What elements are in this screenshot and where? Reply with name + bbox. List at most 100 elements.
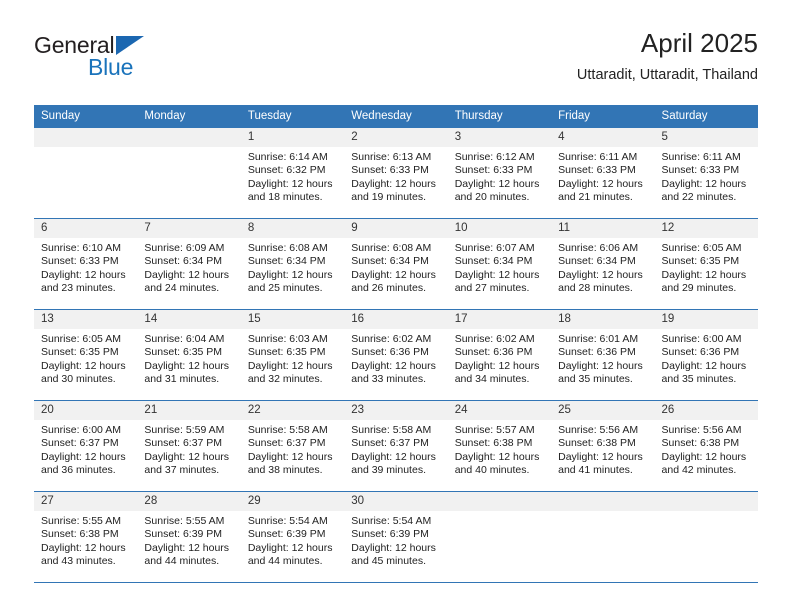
day-number: 9: [344, 219, 448, 238]
calendar-day-cell[interactable]: 17 Sunrise: 6:02 AM Sunset: 6:36 PM Dayl…: [447, 309, 552, 401]
calendar-day-cell[interactable]: 15 Sunrise: 6:03 AM Sunset: 6:35 PM Dayl…: [240, 309, 345, 401]
calendar-day-cell[interactable]: 12 Sunrise: 6:05 AM Sunset: 6:35 PM Dayl…: [654, 218, 758, 310]
day-details: Sunrise: 6:07 AM Sunset: 6:34 PM Dayligh…: [448, 238, 551, 296]
calendar-day-cell[interactable]: 28 Sunrise: 5:55 AM Sunset: 6:39 PM Dayl…: [137, 491, 241, 583]
calendar-day-cell[interactable]: 27 Sunrise: 5:55 AM Sunset: 6:38 PM Dayl…: [34, 491, 138, 583]
calendar-day-cell[interactable]: 20 Sunrise: 6:00 AM Sunset: 6:37 PM Dayl…: [34, 400, 138, 492]
day-details: Sunrise: 5:54 AM Sunset: 6:39 PM Dayligh…: [241, 511, 344, 569]
sunrise-text: Sunrise: 6:13 AM: [351, 151, 432, 163]
calendar-week-row: 6 Sunrise: 6:10 AM Sunset: 6:33 PM Dayli…: [34, 218, 758, 310]
logo-triangle-icon: [116, 36, 144, 55]
day-number: 11: [551, 219, 655, 238]
day-number: 18: [551, 310, 655, 329]
sunrise-text: Sunrise: 6:01 AM: [558, 333, 639, 345]
calendar-day-cell[interactable]: 25 Sunrise: 5:56 AM Sunset: 6:38 PM Dayl…: [551, 400, 655, 492]
day-number: 23: [344, 401, 448, 420]
page-subtitle: Uttaradit, Uttaradit, Thailand: [576, 67, 758, 83]
day-number: 3: [447, 128, 552, 147]
day-details: Sunrise: 6:01 AM Sunset: 6:36 PM Dayligh…: [551, 329, 654, 387]
weekday-header-monday: Monday: [137, 105, 241, 128]
calendar-day-cell[interactable]: 11 Sunrise: 6:06 AM Sunset: 6:34 PM Dayl…: [551, 218, 655, 310]
sunset-text: Sunset: 6:37 PM: [247, 437, 326, 450]
daylight-text-line1: Daylight: 12 hours: [454, 359, 540, 372]
calendar-day-cell[interactable]: [654, 491, 758, 583]
calendar-day-cell[interactable]: 24 Sunrise: 5:57 AM Sunset: 6:38 PM Dayl…: [447, 400, 552, 492]
daylight-text-line1: Daylight: 12 hours: [351, 177, 436, 190]
daylight-text-line2: and 45 minutes.: [351, 555, 426, 568]
sunrise-text: Sunrise: 5:58 AM: [351, 424, 432, 436]
day-number: 7: [137, 219, 241, 238]
sunset-text: Sunset: 6:38 PM: [454, 437, 533, 450]
sunrise-text: Sunrise: 6:07 AM: [454, 242, 535, 254]
sunset-text: Sunset: 6:33 PM: [41, 255, 119, 268]
sunrise-text: Sunrise: 6:02 AM: [351, 333, 432, 345]
daylight-text-line2: and 26 minutes.: [351, 282, 426, 295]
day-details: Sunrise: 6:13 AM Sunset: 6:33 PM Dayligh…: [344, 147, 447, 205]
calendar-day-cell[interactable]: 2 Sunrise: 6:13 AM Sunset: 6:33 PM Dayli…: [344, 128, 448, 219]
calendar-day-cell[interactable]: [551, 491, 655, 583]
weekday-header-saturday: Saturday: [654, 105, 758, 128]
daylight-text-line2: and 41 minutes.: [558, 464, 633, 477]
daylight-text-line2: and 43 minutes.: [41, 555, 116, 568]
calendar-day-cell[interactable]: 3 Sunrise: 6:12 AM Sunset: 6:33 PM Dayli…: [447, 128, 552, 219]
day-number: 5: [654, 128, 758, 147]
sunrise-text: Sunrise: 5:54 AM: [247, 515, 328, 527]
daylight-text-line1: Daylight: 12 hours: [247, 541, 333, 554]
calendar-day-cell[interactable]: 22 Sunrise: 5:58 AM Sunset: 6:37 PM Dayl…: [240, 400, 345, 492]
calendar-day-cell[interactable]: 5 Sunrise: 6:11 AM Sunset: 6:33 PM Dayli…: [654, 128, 758, 219]
daylight-text-line1: Daylight: 12 hours: [351, 268, 436, 281]
daylight-text-line2: and 30 minutes.: [41, 373, 116, 386]
daylight-text-line1: Daylight: 12 hours: [661, 177, 747, 190]
calendar-day-cell[interactable]: 10 Sunrise: 6:07 AM Sunset: 6:34 PM Dayl…: [447, 218, 552, 310]
sunrise-text: Sunrise: 6:03 AM: [247, 333, 328, 345]
sunset-text: Sunset: 6:39 PM: [247, 528, 326, 541]
day-details: Sunrise: 6:09 AM Sunset: 6:34 PM Dayligh…: [137, 238, 240, 296]
calendar-day-cell[interactable]: 16 Sunrise: 6:02 AM Sunset: 6:36 PM Dayl…: [344, 309, 448, 401]
calendar-day-cell[interactable]: 30 Sunrise: 5:54 AM Sunset: 6:39 PM Dayl…: [344, 491, 448, 583]
daylight-text-line1: Daylight: 12 hours: [247, 177, 333, 190]
calendar-day-cell[interactable]: 6 Sunrise: 6:10 AM Sunset: 6:33 PM Dayli…: [34, 218, 138, 310]
daylight-text-line2: and 35 minutes.: [558, 373, 633, 386]
day-number: 14: [137, 310, 241, 329]
daylight-text-line2: and 40 minutes.: [454, 464, 530, 477]
day-number: 17: [447, 310, 552, 329]
daylight-text-line2: and 25 minutes.: [247, 282, 323, 295]
calendar-day-cell[interactable]: 29 Sunrise: 5:54 AM Sunset: 6:39 PM Dayl…: [240, 491, 345, 583]
logo-text-blue: Blue: [88, 54, 134, 80]
calendar-day-cell[interactable]: 26 Sunrise: 5:56 AM Sunset: 6:38 PM Dayl…: [654, 400, 758, 492]
calendar-page: General Blue April 2025 Uttaradit, Uttar…: [0, 0, 792, 612]
calendar-day-cell[interactable]: 8 Sunrise: 6:08 AM Sunset: 6:34 PM Dayli…: [240, 218, 345, 310]
calendar-header-row: Sunday Monday Tuesday Wednesday Thursday…: [34, 105, 758, 128]
daylight-text-line2: and 39 minutes.: [351, 464, 426, 477]
sunset-text: Sunset: 6:33 PM: [558, 164, 636, 177]
calendar-week-row: 13 Sunrise: 6:05 AM Sunset: 6:35 PM Dayl…: [34, 309, 758, 401]
day-details: Sunrise: 6:04 AM Sunset: 6:35 PM Dayligh…: [137, 329, 240, 387]
sunrise-text: Sunrise: 6:08 AM: [247, 242, 328, 254]
calendar-day-cell[interactable]: [447, 491, 552, 583]
calendar-day-cell[interactable]: 1 Sunrise: 6:14 AM Sunset: 6:32 PM Dayli…: [240, 128, 345, 219]
daylight-text-line2: and 44 minutes.: [144, 555, 220, 568]
sunrise-text: Sunrise: 6:05 AM: [41, 333, 121, 345]
daylight-text-line2: and 29 minutes.: [661, 282, 737, 295]
daylight-text-line2: and 28 minutes.: [558, 282, 633, 295]
sunrise-text: Sunrise: 6:12 AM: [454, 151, 535, 163]
calendar-day-cell[interactable]: 14 Sunrise: 6:04 AM Sunset: 6:35 PM Dayl…: [137, 309, 241, 401]
calendar-day-cell[interactable]: 9 Sunrise: 6:08 AM Sunset: 6:34 PM Dayli…: [344, 218, 448, 310]
daylight-text-line1: Daylight: 12 hours: [144, 268, 230, 281]
calendar-day-cell[interactable]: [34, 128, 138, 219]
calendar-day-cell[interactable]: 18 Sunrise: 6:01 AM Sunset: 6:36 PM Dayl…: [551, 309, 655, 401]
sunset-text: Sunset: 6:38 PM: [558, 437, 636, 450]
calendar-day-cell[interactable]: 23 Sunrise: 5:58 AM Sunset: 6:37 PM Dayl…: [344, 400, 448, 492]
general-blue-logo[interactable]: General Blue: [34, 32, 264, 88]
weekday-header-sunday: Sunday: [34, 105, 138, 128]
title-block: April 2025 Uttaradit, Uttaradit, Thailan…: [577, 28, 758, 84]
calendar-day-cell[interactable]: 4 Sunrise: 6:11 AM Sunset: 6:33 PM Dayli…: [551, 128, 655, 219]
calendar-day-cell[interactable]: [137, 128, 241, 219]
calendar-day-cell[interactable]: 7 Sunrise: 6:09 AM Sunset: 6:34 PM Dayli…: [137, 218, 241, 310]
calendar-day-cell[interactable]: 19 Sunrise: 6:00 AM Sunset: 6:36 PM Dayl…: [654, 309, 758, 401]
calendar-day-cell[interactable]: 13 Sunrise: 6:05 AM Sunset: 6:35 PM Dayl…: [34, 309, 138, 401]
calendar-day-cell[interactable]: 21 Sunrise: 5:59 AM Sunset: 6:37 PM Dayl…: [137, 400, 241, 492]
day-details: Sunrise: 5:56 AM Sunset: 6:38 PM Dayligh…: [655, 420, 758, 478]
sunrise-text: Sunrise: 5:58 AM: [247, 424, 328, 436]
daylight-text-line1: Daylight: 12 hours: [351, 541, 436, 554]
